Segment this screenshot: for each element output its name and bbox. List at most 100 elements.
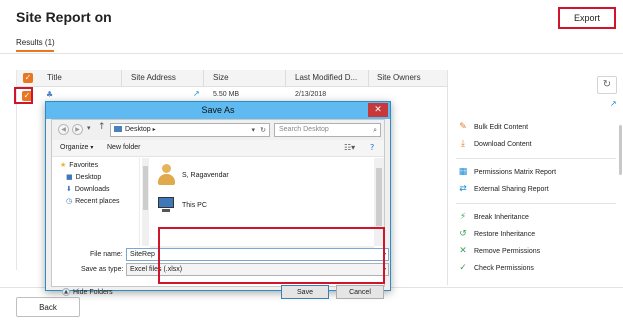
item-label: S, Ragavendar — [182, 171, 229, 179]
chevron-down-icon: ▾ — [88, 144, 94, 151]
forward-arrow-icon[interactable]: ▶ — [72, 124, 83, 135]
panel-scrollbar[interactable] — [619, 125, 622, 175]
search-icon: ⌕ — [373, 126, 377, 134]
organize-label: Organize — [60, 144, 89, 151]
cancel-button[interactable]: Cancel — [336, 285, 384, 299]
computer-icon — [156, 196, 176, 214]
column-site-owners[interactable]: Site Owners — [377, 73, 421, 82]
address-dropdown-icon[interactable]: ▾ — [251, 124, 255, 136]
file-list-scrollbar-thumb[interactable] — [376, 168, 382, 226]
action-label: Download Content — [474, 140, 532, 148]
tab-divider — [0, 53, 623, 54]
open-external-icon[interactable]: ↗ — [610, 99, 617, 108]
column-divider — [121, 70, 122, 87]
remove-permissions-action[interactable]: ✕ Remove Permissions — [458, 245, 540, 257]
bulk-edit-content-action[interactable]: ✎ Bulk Edit Content — [458, 121, 528, 133]
star-icon: ★ — [60, 161, 67, 169]
open-link-icon[interactable]: ↗ — [193, 89, 200, 98]
sharing-icon: ⇄ — [459, 184, 467, 194]
column-last-modified[interactable]: Last Modified D... — [295, 73, 357, 82]
column-divider — [368, 70, 369, 87]
panel-divider — [456, 158, 616, 159]
edit-icon: ✎ — [459, 122, 467, 132]
search-placeholder: Search Desktop — [279, 126, 329, 133]
action-label: Break Inheritance — [474, 213, 529, 221]
export-button[interactable]: Export — [558, 7, 616, 29]
column-title[interactable]: Title — [47, 73, 62, 82]
break-inheritance-action[interactable]: ⚡ Break Inheritance — [458, 211, 529, 223]
column-divider — [203, 70, 204, 87]
action-label: Permissions Matrix Report — [474, 168, 557, 176]
back-arrow-icon[interactable]: ◀ — [58, 124, 69, 135]
nav-scrollbar[interactable] — [142, 158, 149, 246]
select-all-checkbox[interactable]: ✓ — [23, 73, 33, 83]
organize-menu[interactable]: Organize ▾ — [60, 144, 93, 151]
external-sharing-report-action[interactable]: ⇄ External Sharing Report — [458, 183, 549, 195]
action-label: External Sharing Report — [474, 185, 549, 193]
item-label: This PC — [182, 201, 207, 209]
nav-desktop[interactable]: ■ Desktop — [66, 173, 101, 181]
nav-downloads[interactable]: ⬇ Downloads — [66, 185, 110, 193]
row-selection-highlight — [14, 87, 33, 104]
view-options-icon[interactable]: ☷▾ — [344, 143, 355, 152]
permissions-matrix-report-action[interactable]: ▦ Permissions Matrix Report — [458, 166, 556, 178]
filename-section-highlight — [158, 227, 385, 284]
up-arrow-icon[interactable]: ↑ — [98, 122, 106, 132]
tab-results[interactable]: Results (1) — [16, 38, 55, 47]
new-folder-button[interactable]: New folder — [107, 144, 140, 151]
save-as-type-label: Save as type: — [81, 266, 124, 273]
file-name-value: SiteRep — [130, 251, 155, 258]
action-panel: ↻ ↗ ✎ Bulk Edit Content ⤓ Download Conte… — [447, 70, 623, 285]
downloads-icon: ⬇ — [66, 185, 72, 193]
hide-folders-label: Hide Folders — [73, 288, 113, 296]
action-label: Bulk Edit Content — [474, 123, 529, 131]
back-button[interactable]: Back — [16, 297, 80, 317]
panel-divider — [456, 203, 616, 204]
refresh-icon[interactable]: ↻ — [597, 76, 617, 94]
breadcrumb-chevron-icon: ▸ — [150, 126, 156, 133]
row-last-modified: 2/13/2018 — [295, 91, 327, 98]
column-size[interactable]: Size — [213, 73, 229, 82]
matrix-icon: ▦ — [458, 167, 468, 177]
check-icon: ✓ — [459, 263, 467, 273]
recent-places-icon: ◷ — [66, 197, 73, 205]
dialog-toolbar: Organize ▾ New folder ☷▾ ? — [52, 140, 384, 157]
address-bar[interactable]: Desktop ▸ ▾ ↻ — [110, 123, 270, 137]
download-icon: ⤓ — [461, 139, 465, 149]
restore-inheritance-action[interactable]: ↺ Restore Inheritance — [458, 228, 535, 240]
action-label: Remove Permissions — [474, 247, 541, 255]
action-label: Check Permissions — [474, 264, 534, 272]
list-item[interactable]: This PC — [156, 196, 207, 214]
table-header: ✓ Title Site Address Size Last Modified … — [17, 70, 448, 87]
recent-dropdown-icon[interactable]: ▾ — [87, 124, 91, 132]
download-content-action[interactable]: ⤓ Download Content — [458, 138, 532, 150]
close-icon[interactable]: ✕ — [368, 103, 388, 117]
break-icon: ⚡ — [459, 212, 467, 222]
dialog-title: Save As — [201, 105, 235, 115]
nav-favorites[interactable]: ★ Favorites — [60, 161, 98, 169]
desktop-icon: ■ — [66, 173, 73, 181]
column-site-address[interactable]: Site Address — [131, 73, 176, 82]
hide-folders-toggle[interactable]: ▲ Hide Folders — [62, 288, 113, 296]
nav-label: Downloads — [74, 185, 110, 193]
user-folder-icon — [156, 164, 176, 186]
row-size: 5.50 MB — [213, 91, 240, 98]
save-button[interactable]: Save — [281, 285, 329, 299]
dialog-titlebar[interactable]: Save As ✕ — [46, 102, 390, 119]
check-permissions-action[interactable]: ✓ Check Permissions — [458, 262, 534, 274]
save-as-dialog: Save As ✕ ◀ ▶ ▾ ↑ Desktop ▸ ▾ ↻ Search D… — [45, 101, 391, 299]
site-report-page: Site Report on Export Results (1) ✓ Titl… — [0, 0, 623, 328]
nav-scrollbar-thumb[interactable] — [143, 166, 148, 210]
active-tab-indicator — [16, 50, 54, 52]
help-icon[interactable]: ? — [370, 143, 374, 152]
restore-icon: ↺ — [459, 229, 467, 239]
search-input[interactable]: Search Desktop ⌕ — [274, 123, 381, 137]
chevron-up-icon: ▲ — [62, 288, 70, 296]
nav-recent-places[interactable]: ◷ Recent places — [66, 197, 119, 205]
address-text: Desktop — [125, 126, 151, 133]
file-name-label: File name: — [90, 251, 123, 258]
nav-label: Desktop — [75, 173, 102, 181]
list-item[interactable]: S, Ragavendar — [156, 164, 229, 186]
nav-label: Favorites — [69, 161, 99, 169]
refresh-icon[interactable]: ↻ — [260, 124, 266, 136]
